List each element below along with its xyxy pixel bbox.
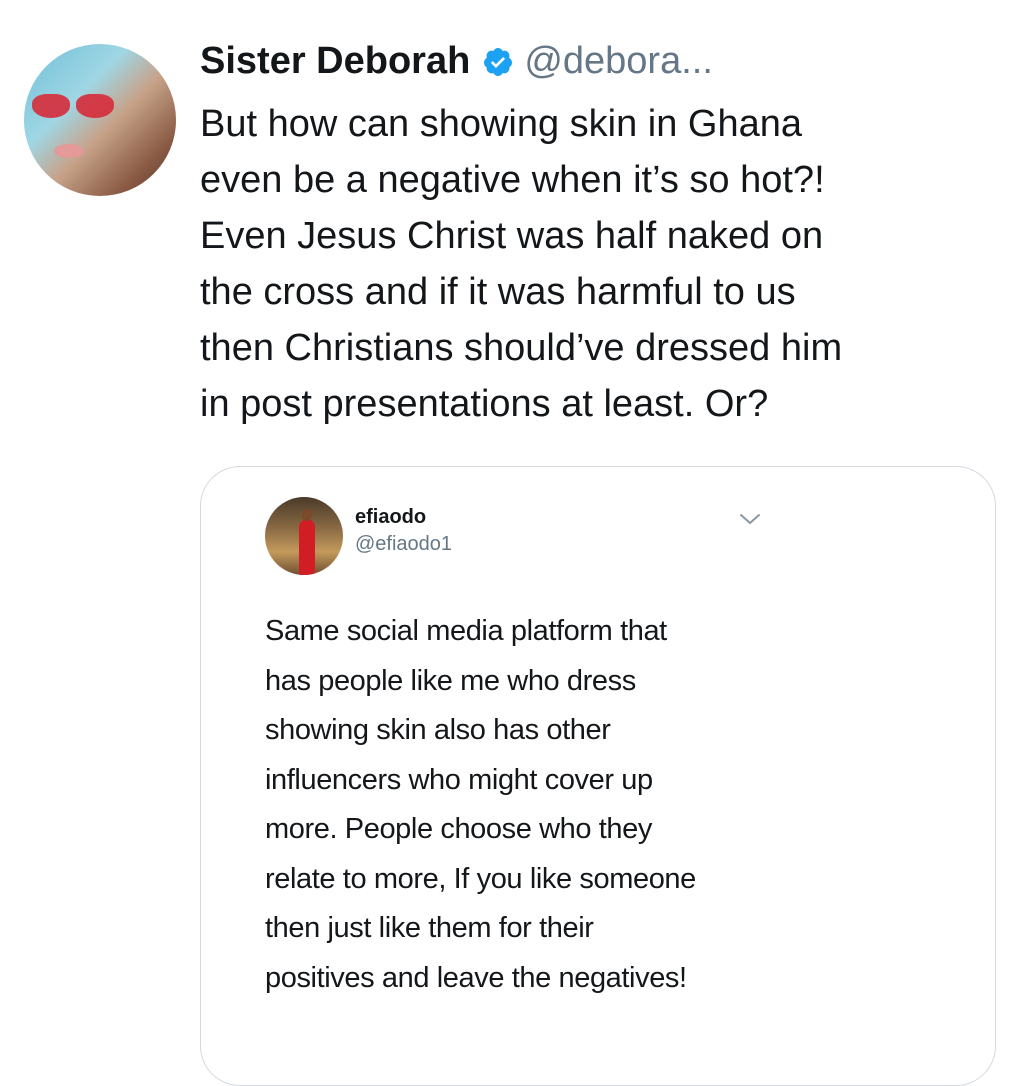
quoted-text-line: positives and leave the negatives!: [265, 961, 687, 994]
tweet-text-line: Even Jesus Christ was half naked on: [200, 215, 824, 257]
tweet-text-line: the cross and if it was harmful to us: [200, 271, 796, 313]
quoted-text-line: showing skin also has other: [265, 714, 611, 746]
quoted-text-line: has people like me who dress: [265, 664, 636, 697]
tweet-text-line: even be a negative when it’s so hot?!: [200, 159, 825, 201]
author-name[interactable]: Sister Deborah: [200, 40, 470, 83]
avatar-glasses-right: [76, 94, 114, 118]
author-avatar[interactable]: [24, 44, 176, 196]
quoted-text-line: influencers who might cover up: [265, 763, 653, 796]
chevron-down-icon[interactable]: [738, 510, 762, 528]
quoted-text-line: Same social media platform that: [265, 615, 667, 647]
avatar-lips: [54, 144, 84, 158]
quoted-text-line: then just like them for their: [265, 912, 594, 944]
avatar-figure: [299, 509, 315, 575]
quoted-text-line: more. People choose who they: [265, 813, 652, 845]
author-handle[interactable]: @debora...: [524, 40, 713, 83]
tweet-text-line: in post presentations at least. Or?: [200, 383, 769, 425]
tweet-header: Sister Deborah @debora...: [200, 40, 713, 83]
quoted-author-avatar[interactable]: [265, 497, 343, 575]
quoted-author-handle[interactable]: @efiaodo1: [355, 533, 452, 556]
quoted-text-line: relate to more, If you like someone: [265, 862, 696, 895]
tweet-text-line: then Christians should’ve dressed him: [200, 327, 843, 369]
quoted-author-name[interactable]: efiaodo: [355, 506, 426, 529]
quoted-post-body: Same social media platform that has peop…: [265, 607, 825, 1003]
tweet-body: But how can showing skin in Ghana even b…: [200, 96, 1000, 432]
tweet-text-line: But how can showing skin in Ghana: [200, 103, 803, 145]
verified-badge-icon: [482, 46, 514, 78]
avatar-glasses-left: [32, 94, 70, 118]
